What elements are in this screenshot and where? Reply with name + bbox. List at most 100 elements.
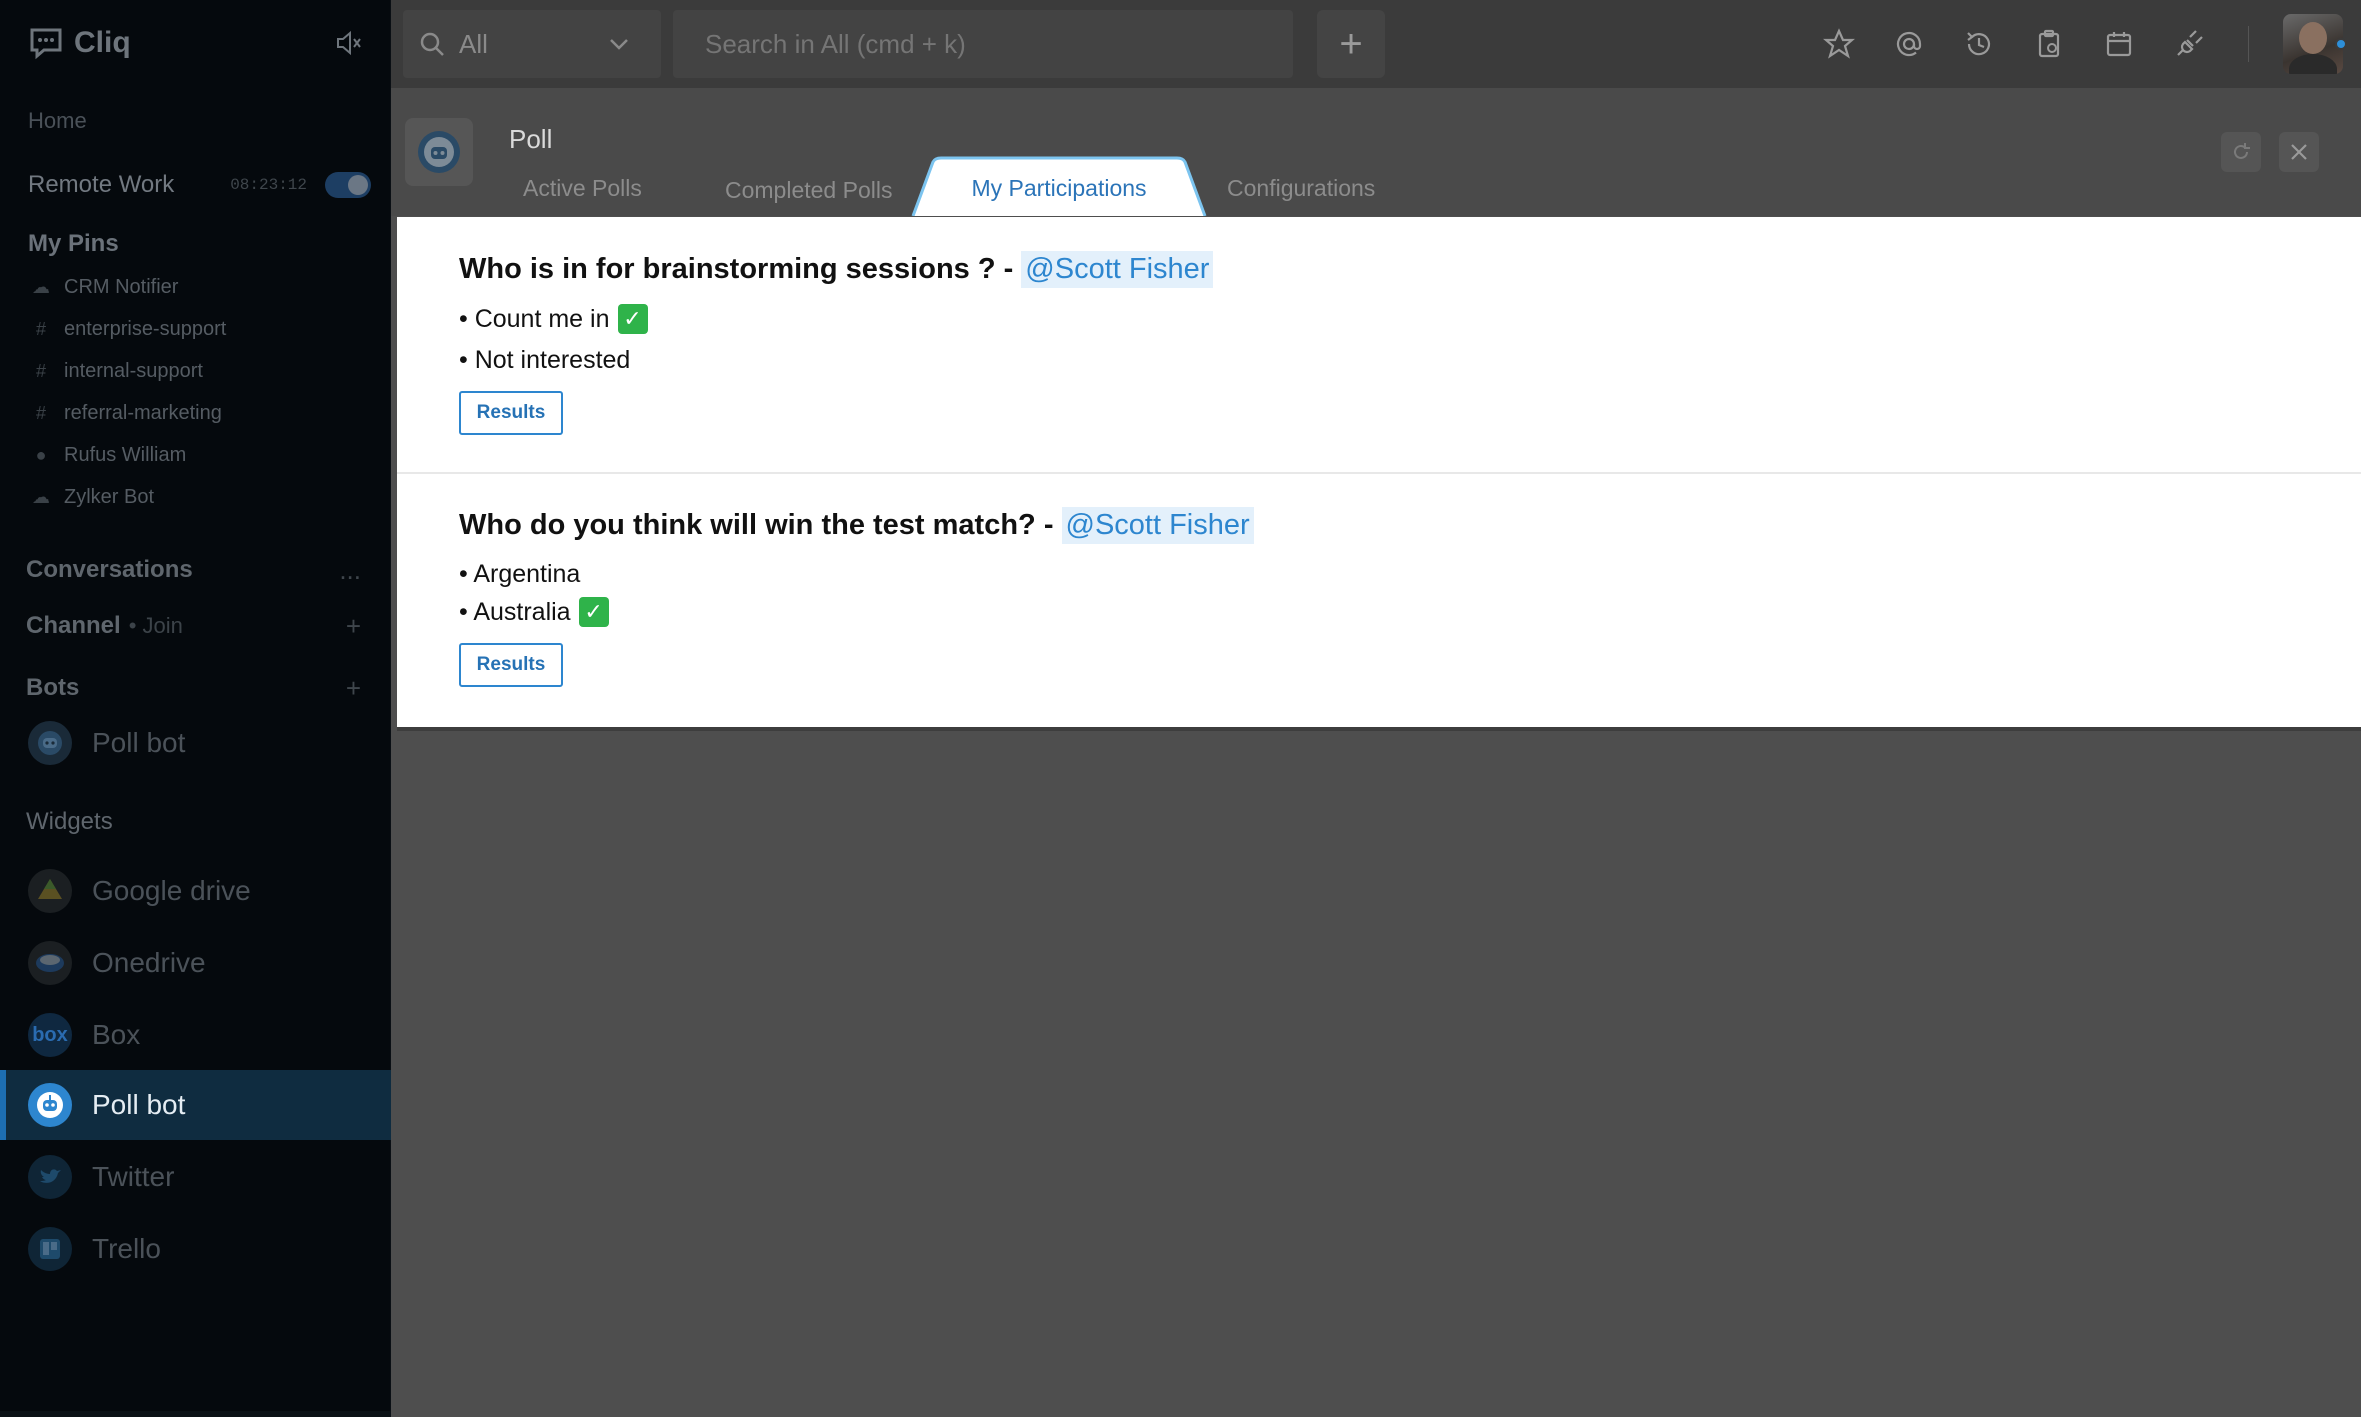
plug-icon[interactable] — [2167, 22, 2211, 66]
check-mark-icon: ✓ — [578, 597, 609, 627]
robot-icon — [28, 1083, 72, 1127]
tab-completed-polls[interactable]: Completed Polls — [725, 162, 892, 218]
chat-logo-icon — [30, 28, 62, 60]
remote-work-label: Remote Work — [28, 171, 175, 198]
conversations-section[interactable]: Conversations ... — [0, 548, 391, 592]
sidebar-header: Cliq — [0, 0, 390, 86]
add-channel-icon[interactable]: + — [346, 611, 361, 642]
add-bot-icon[interactable]: + — [346, 673, 361, 704]
pin-label: CRM Notifier — [64, 275, 179, 298]
search-scope-value: All — [459, 28, 488, 59]
sidebar-item-poll-bot[interactable]: Poll bot — [0, 708, 391, 778]
poll-option: • Australia ✓ — [459, 597, 2361, 627]
poll-mention[interactable]: @Scott Fisher — [1061, 507, 1254, 544]
refresh-icon — [2234, 143, 2250, 159]
my-pins-heading: My Pins — [0, 222, 391, 266]
tab-active-polls[interactable]: Active Polls — [523, 160, 642, 216]
sidebar-item-label: Box — [92, 1019, 141, 1050]
pin-rufus-william[interactable]: ● Rufus William — [0, 434, 391, 476]
search-scope-dropdown[interactable]: All — [403, 10, 661, 78]
sidebar: Cliq Home Remote Work 08:23:12 My Pins ☁… — [0, 0, 391, 1417]
results-button[interactable]: Results — [459, 391, 563, 435]
sidebar-item-label: Poll bot — [92, 1089, 186, 1120]
mention-icon[interactable] — [1887, 22, 1931, 66]
poll-option-label: • Argentina — [459, 560, 581, 588]
add-button[interactable]: + — [1317, 10, 1385, 78]
poll-card: Who do you think will win the test match… — [397, 507, 2361, 687]
box-icon: box — [28, 1013, 72, 1057]
sidebar-item-label: Google drive — [92, 875, 251, 906]
pin-enterprise-support[interactable]: # enterprise-support — [0, 308, 391, 350]
content-shadow — [397, 727, 2361, 731]
bots-section[interactable]: Bots + — [0, 666, 391, 710]
section-label: Channel — [26, 612, 121, 639]
sidebar-item-box[interactable]: box Box — [0, 1000, 391, 1070]
sidebar-item-label: Trello — [92, 1233, 161, 1264]
pin-label: referral-marketing — [64, 401, 222, 424]
bot-icon: ☁ — [32, 486, 50, 507]
poll-option: • Count me in ✓ — [459, 304, 2361, 334]
sidebar-item-onedrive[interactable]: Onedrive — [0, 928, 391, 998]
sidebar-item-google-drive[interactable]: Google drive — [0, 856, 391, 926]
robot-icon — [28, 721, 72, 765]
poll-option: • Not interested — [459, 346, 2361, 375]
refresh-widget-button[interactable] — [2221, 132, 2261, 172]
more-icon[interactable]: ... — [339, 555, 361, 586]
remote-work-row: Remote Work 08:23:12 — [0, 162, 391, 208]
trello-icon — [28, 1227, 72, 1271]
user-status-icon: ● — [35, 444, 47, 465]
close-widget-button[interactable] — [2279, 132, 2319, 172]
widget-title: Poll — [509, 124, 553, 154]
top-icon-group — [1817, 22, 2211, 66]
pin-zylker-bot[interactable]: ☁ Zylker Bot — [0, 476, 391, 518]
check-mark-icon: ✓ — [617, 304, 648, 334]
participations-list: Who is in for brainstorming sessions ? -… — [397, 217, 2361, 727]
widget-header: Poll Active Polls Completed Polls My Par… — [391, 88, 2361, 216]
top-bar: All + — [391, 0, 2361, 88]
pin-internal-support[interactable]: # internal-support — [0, 350, 391, 392]
poll-mention[interactable]: @Scott Fisher — [1021, 251, 1214, 288]
pin-label: enterprise-support — [64, 317, 227, 340]
poll-option-label: • Count me in — [459, 304, 610, 333]
speaker-mute-icon[interactable] — [334, 28, 364, 58]
hash-icon: # — [35, 402, 46, 423]
sidebar-item-poll-bot-widget[interactable]: Poll bot — [0, 1070, 391, 1140]
widgets-section: Widgets — [0, 800, 391, 844]
sidebar-footer — [0, 1411, 391, 1417]
poll-divider — [397, 472, 2361, 474]
twitter-icon — [28, 1155, 72, 1199]
channel-section[interactable]: Channel • Join + — [0, 604, 391, 648]
sidebar-item-label: Onedrive — [92, 947, 206, 978]
calendar-icon[interactable] — [2097, 22, 2141, 66]
tab-configurations[interactable]: Configurations — [1227, 160, 1375, 216]
remote-work-timer: 08:23:12 — [230, 176, 307, 194]
sidebar-item-home[interactable]: Home — [0, 100, 391, 142]
tab-my-participations[interactable]: My Participations — [913, 160, 1205, 216]
top-bar-separator — [2248, 26, 2249, 62]
sidebar-item-twitter[interactable]: Twitter — [0, 1142, 391, 1212]
google-drive-icon — [28, 869, 72, 913]
clipboard-icon[interactable] — [2027, 22, 2071, 66]
section-label: Conversations — [26, 556, 193, 583]
poll-question: Who do you think will win the test match… — [459, 509, 1054, 541]
search-icon — [420, 32, 444, 56]
app-logo[interactable]: Cliq — [28, 25, 131, 61]
search-input[interactable] — [673, 10, 1293, 78]
poll-question: Who is in for brainstorming sessions ? - — [459, 253, 1014, 285]
star-icon[interactable] — [1817, 22, 1861, 66]
poll-card: Who is in for brainstorming sessions ? -… — [397, 251, 2361, 435]
pin-label: Rufus William — [64, 443, 187, 466]
pin-crm-notifier[interactable]: ☁ CRM Notifier — [0, 266, 391, 308]
pin-label: internal-support — [64, 359, 203, 382]
history-icon[interactable] — [1957, 22, 2001, 66]
channel-join-link[interactable]: • Join — [129, 613, 183, 639]
hash-icon: # — [35, 318, 46, 339]
poll-option-label: • Australia — [459, 597, 571, 626]
results-button[interactable]: Results — [459, 643, 563, 687]
sidebar-item-trello[interactable]: Trello — [0, 1214, 391, 1284]
user-avatar[interactable] — [2283, 14, 2343, 74]
remote-work-toggle[interactable] — [325, 172, 371, 198]
section-label: Widgets — [26, 808, 113, 835]
pin-referral-marketing[interactable]: # referral-marketing — [0, 392, 391, 434]
bot-icon: ☁ — [32, 276, 50, 297]
